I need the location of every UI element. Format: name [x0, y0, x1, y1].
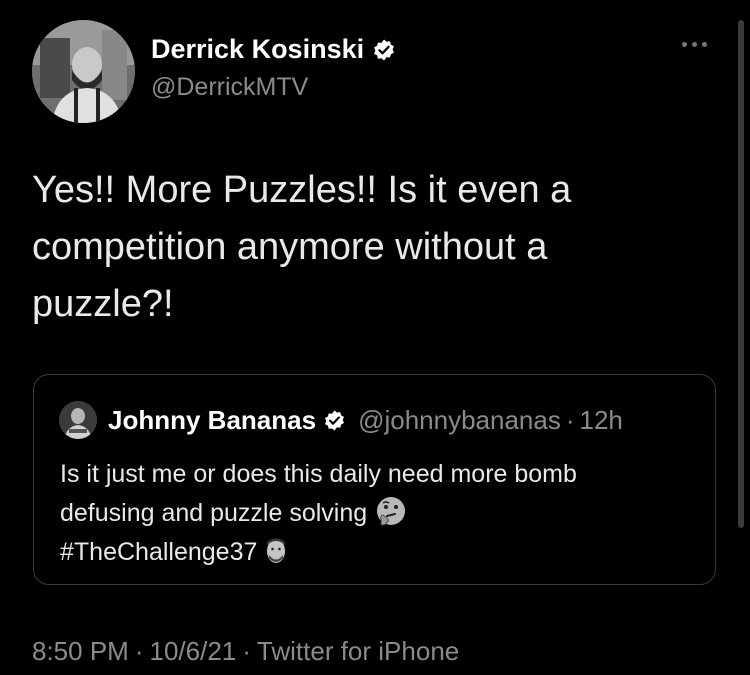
- author-handle[interactable]: @DerrickMTV: [151, 73, 308, 102]
- author-avatar[interactable]: [32, 20, 135, 123]
- tweet-text: Yes!! More Puzzles!! Is it even a compet…: [32, 169, 572, 325]
- separator-dot: ·: [134, 636, 144, 666]
- tweet-source[interactable]: Twitter for iPhone: [257, 636, 459, 666]
- quoted-handle[interactable]: @johnnybananas: [358, 405, 561, 436]
- author-name-row[interactable]: Derrick Kosinski: [151, 34, 396, 65]
- tweet-meta: 8:50 PM · 10/6/21 · Twitter for iPhone: [32, 636, 459, 667]
- quoted-tweet-text: Is it just me or does this daily need mo…: [60, 455, 700, 572]
- quoted-text-line: Is it just me or does this daily need mo…: [60, 460, 577, 488]
- thinking-face-emoji-icon: [375, 495, 407, 527]
- separator-dot: ·: [565, 405, 575, 435]
- quoted-text-line: defusing and puzzle solving: [60, 494, 700, 533]
- avatar-photo-icon: [32, 20, 135, 123]
- separator-dot: ·: [242, 636, 251, 666]
- ellipsis-icon: [702, 42, 707, 47]
- quoted-display-name[interactable]: Johnny Bananas: [108, 405, 316, 436]
- verified-badge-icon: [374, 39, 395, 60]
- tweet-date[interactable]: 10/6/21: [150, 636, 237, 666]
- ellipsis-icon: [682, 42, 687, 47]
- scrollbar[interactable]: [738, 20, 744, 528]
- hashtag-link[interactable]: #TheChallenge37: [60, 538, 257, 566]
- quoted-text-line: #TheChallenge37: [60, 533, 700, 572]
- quoted-text-span: defusing and puzzle solving: [60, 499, 368, 527]
- quoted-timestamp[interactable]: 12h: [580, 405, 623, 436]
- quoted-tweet-header: Johnny Bananas @johnnybananas · 12h: [108, 405, 623, 436]
- author-display-name[interactable]: Derrick Kosinski: [151, 34, 364, 65]
- tweet-time[interactable]: 8:50 PM: [32, 636, 129, 666]
- ellipsis-icon: [692, 42, 697, 47]
- verified-badge-icon: [325, 410, 345, 431]
- quoted-author-avatar[interactable]: [59, 401, 97, 439]
- more-options-button[interactable]: [680, 36, 709, 53]
- avatar-photo-icon: [59, 401, 97, 439]
- tweet-detail: Derrick Kosinski @DerrickMTV Yes!! More …: [0, 0, 750, 675]
- face-emoji-icon: [265, 536, 287, 566]
- quoted-tweet-card[interactable]: Johnny Bananas @johnnybananas · 12h Is i…: [33, 374, 716, 585]
